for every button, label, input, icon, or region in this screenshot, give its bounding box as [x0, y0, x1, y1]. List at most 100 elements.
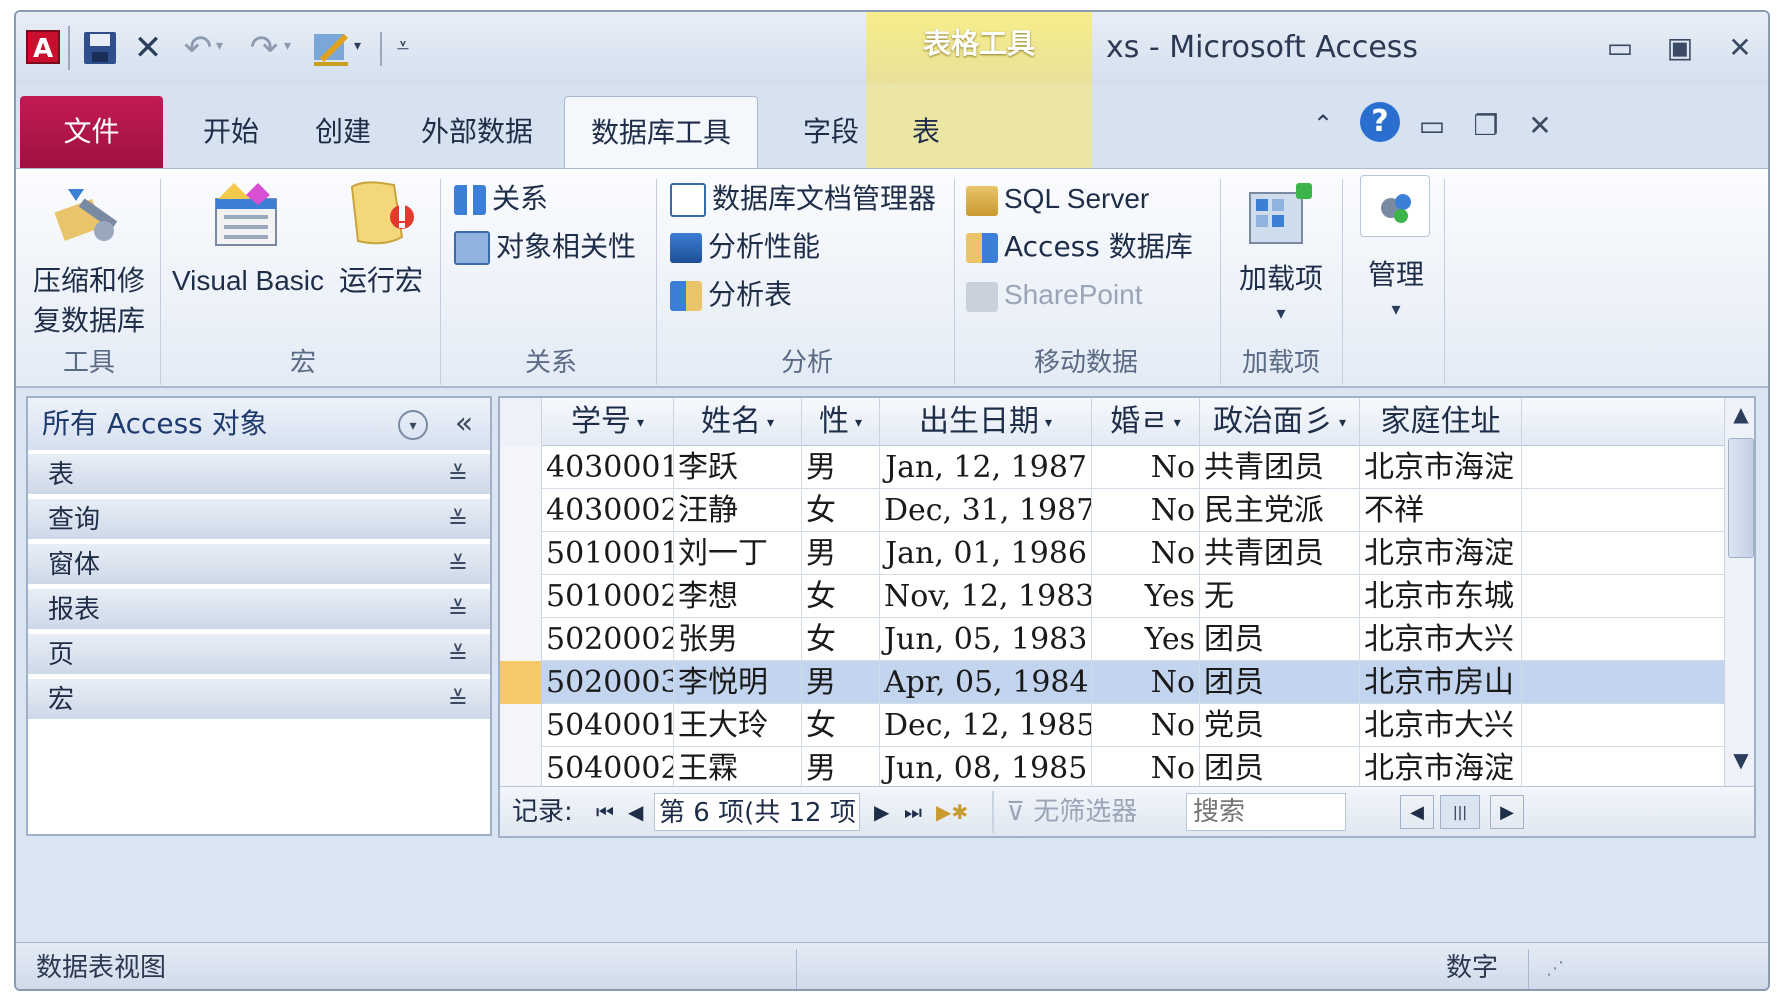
- table-cell[interactable]: 女: [802, 575, 880, 618]
- scroll-down-icon[interactable]: ▼: [1727, 748, 1754, 778]
- expand-chevron-icon[interactable]: ≚: [448, 589, 468, 631]
- expand-chevron-icon[interactable]: ≚: [448, 499, 468, 541]
- table-row[interactable]: 5040001 王大玲女 Dec, 12, 1985 No 党员 北京市大兴: [500, 704, 1724, 747]
- column-header[interactable]: 政治面彡 ▾: [1200, 398, 1360, 446]
- table-cell[interactable]: 女: [802, 618, 880, 661]
- nav-menu-dropdown-icon[interactable]: ▾: [398, 410, 428, 440]
- undo-dropdown-icon[interactable]: ▾: [216, 38, 234, 58]
- record-selector[interactable]: [500, 747, 542, 790]
- expand-chevron-icon[interactable]: ≚: [448, 679, 468, 721]
- table-cell[interactable]: Dec, 12, 1985: [880, 704, 1092, 747]
- table-row[interactable]: 5010002 李想女 Nov, 12, 1983 Yes 无北京市东城: [500, 575, 1724, 618]
- relationships-button[interactable]: 关系: [454, 177, 548, 221]
- record-selector[interactable]: [500, 575, 542, 618]
- table-cell[interactable]: 北京市大兴: [1360, 618, 1522, 661]
- table-cell[interactable]: 5020003: [542, 661, 674, 704]
- record-selector[interactable]: [500, 704, 542, 747]
- table-cell[interactable]: 4030001: [542, 446, 674, 489]
- analyze-table-button[interactable]: 分析表: [670, 273, 792, 317]
- close-window-icon[interactable]: ✕: [1716, 26, 1764, 70]
- table-cell[interactable]: 男: [802, 446, 880, 489]
- table-cell[interactable]: 汪静: [674, 489, 802, 532]
- table-cell[interactable]: 无: [1200, 575, 1360, 618]
- table-cell[interactable]: Jan, 12, 1987: [880, 446, 1092, 489]
- table-cell[interactable]: 男: [802, 747, 880, 790]
- column-filter-dropdown-icon[interactable]: ▾: [855, 415, 862, 431]
- column-header[interactable]: 出生日期 ▾: [880, 398, 1092, 446]
- table-cell[interactable]: 女: [802, 704, 880, 747]
- table-cell[interactable]: Yes: [1092, 575, 1200, 618]
- redo-dropdown-icon[interactable]: ▾: [284, 38, 302, 58]
- table-cell[interactable]: 5040001: [542, 704, 674, 747]
- tab-file[interactable]: 文件: [20, 96, 163, 168]
- nav-group-item[interactable]: 表 ≚: [28, 454, 490, 496]
- table-cell[interactable]: 共青团员: [1200, 532, 1360, 575]
- current-record-field[interactable]: 第 6 项(共 12 项: [654, 793, 860, 831]
- search-input[interactable]: [1186, 793, 1346, 831]
- table-cell[interactable]: 张男: [674, 618, 802, 661]
- column-header[interactable]: 学号 ▾: [542, 398, 674, 446]
- object-dependencies-button[interactable]: 对象相关性: [454, 225, 636, 269]
- customize-icon[interactable]: ⩡: [388, 34, 418, 64]
- nav-group-item[interactable]: 窗体 ≚: [28, 544, 490, 586]
- table-cell[interactable]: 团员: [1200, 661, 1360, 704]
- table-cell[interactable]: 北京市大兴: [1360, 704, 1522, 747]
- access-database-button[interactable]: Access 数据库: [966, 225, 1193, 269]
- tab-database-tools[interactable]: 数据库工具: [564, 96, 758, 168]
- last-record-icon[interactable]: ⏭: [904, 787, 922, 836]
- table-cell[interactable]: 北京市房山: [1360, 661, 1522, 704]
- table-cell[interactable]: 团员: [1200, 618, 1360, 661]
- help-icon[interactable]: ?: [1360, 102, 1400, 142]
- column-header[interactable]: 婚ㄹ ▾: [1092, 398, 1200, 446]
- record-selector[interactable]: [500, 532, 542, 575]
- record-selector[interactable]: [500, 618, 542, 661]
- new-record-icon[interactable]: ▶✱: [936, 787, 968, 836]
- table-cell[interactable]: Jan, 01, 1986: [880, 532, 1092, 575]
- column-filter-dropdown-icon[interactable]: ▾: [637, 415, 644, 431]
- table-cell[interactable]: 北京市海淀: [1360, 747, 1522, 790]
- maximize-icon[interactable]: ▣: [1656, 26, 1704, 70]
- table-cell[interactable]: Jun, 05, 1983: [880, 618, 1092, 661]
- table-row[interactable]: 5010001 刘一丁男 Jan, 01, 1986 No 共青团员 北京市海淀: [500, 532, 1724, 575]
- previous-record-icon[interactable]: ◀: [628, 787, 643, 836]
- table-cell[interactable]: No: [1092, 446, 1200, 489]
- nav-group-item[interactable]: 页 ≚: [28, 634, 490, 676]
- column-header[interactable]: 家庭住址: [1360, 398, 1522, 446]
- table-cell[interactable]: 党员: [1200, 704, 1360, 747]
- table-cell[interactable]: 民主党派: [1200, 489, 1360, 532]
- compact-repair-button[interactable]: 压缩和修 复数据库: [26, 175, 152, 345]
- table-cell[interactable]: 北京市海淀: [1360, 532, 1522, 575]
- next-record-icon[interactable]: ▶: [874, 787, 889, 836]
- nav-group-item[interactable]: 查询 ≚: [28, 499, 490, 541]
- table-cell[interactable]: No: [1092, 747, 1200, 790]
- table-cell[interactable]: 5010002: [542, 575, 674, 618]
- shutter-bar-close-icon[interactable]: «: [444, 404, 484, 444]
- scroll-thumb[interactable]: [1728, 438, 1754, 558]
- table-cell[interactable]: No: [1092, 489, 1200, 532]
- table-cell[interactable]: 刘一丁: [674, 532, 802, 575]
- column-filter-dropdown-icon[interactable]: ▾: [1045, 415, 1052, 431]
- table-cell[interactable]: 李想: [674, 575, 802, 618]
- record-selector[interactable]: [500, 446, 542, 489]
- resize-grip-icon[interactable]: ⋰: [1546, 943, 1564, 989]
- column-header[interactable]: 姓名 ▾: [674, 398, 802, 446]
- edit-dropdown-icon[interactable]: ▾: [354, 38, 372, 58]
- column-filter-dropdown-icon[interactable]: ▾: [1174, 415, 1181, 431]
- table-cell[interactable]: 4030002: [542, 489, 674, 532]
- table-row[interactable]: 5020002 张男女 Jun, 05, 1983 Yes 团员 北京市大兴: [500, 618, 1724, 661]
- table-cell[interactable]: 5020002: [542, 618, 674, 661]
- table-cell[interactable]: No: [1092, 704, 1200, 747]
- manage-button[interactable]: 管理 ▾: [1352, 175, 1440, 335]
- sql-server-button[interactable]: SQL Server: [966, 177, 1149, 221]
- table-cell[interactable]: Jun, 08, 1985: [880, 747, 1092, 790]
- select-all-corner[interactable]: [500, 398, 542, 446]
- record-selector[interactable]: [500, 661, 542, 704]
- expand-chevron-icon[interactable]: ≚: [448, 454, 468, 496]
- table-cell[interactable]: No: [1092, 661, 1200, 704]
- sharepoint-button[interactable]: SharePoint: [966, 273, 1143, 317]
- table-cell[interactable]: 北京市海淀: [1360, 446, 1522, 489]
- minimize-icon[interactable]: ▭: [1596, 26, 1644, 70]
- scroll-up-icon[interactable]: ▲: [1727, 402, 1754, 432]
- table-cell[interactable]: 5010001: [542, 532, 674, 575]
- collapse-ribbon-icon[interactable]: ⌃: [1306, 110, 1340, 144]
